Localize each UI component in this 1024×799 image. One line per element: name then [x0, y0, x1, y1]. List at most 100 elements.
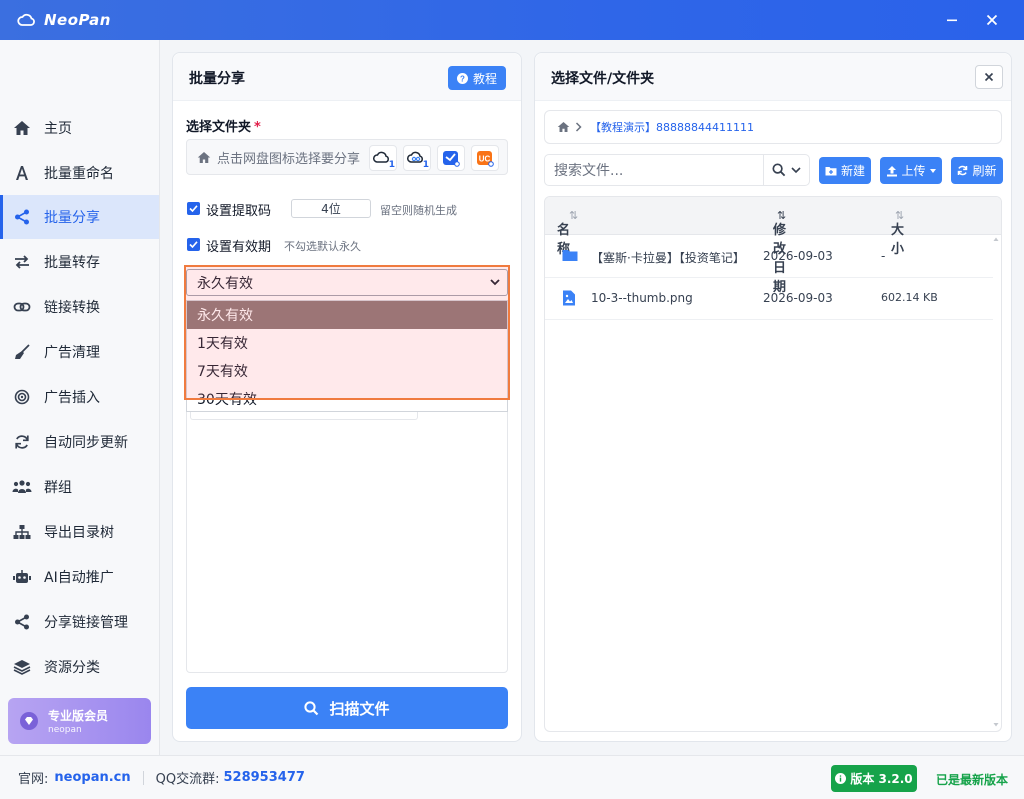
code-hint: 留空则随机生成: [380, 204, 457, 217]
expiry-option[interactable]: 1天有效: [187, 329, 507, 357]
scan-label: 扫描文件: [329, 699, 390, 718]
chevron-down-icon: [790, 164, 802, 176]
sidebar-item-label: 自动同步更新: [44, 435, 128, 451]
vip-subtitle: neopan: [48, 725, 82, 735]
sidebar-item-batch-share[interactable]: 批量分享: [0, 195, 159, 239]
version-badge[interactable]: 版本 3.2.0: [831, 765, 917, 792]
qq-label: QQ交流群:: [155, 772, 220, 787]
close-window-button[interactable]: [980, 8, 1004, 32]
new-folder-button[interactable]: 新建: [819, 157, 871, 184]
batch-share-panel: 批量分享 ? 教程 选择文件夹 * 点击网盘图标选择要分享 1 1 UC 设置提取…: [172, 52, 522, 742]
file-table: 名称 ⇅ 修改日期 ⇅ 大小 ⇅ 【塞斯·卡拉曼】【投资笔记】 2026-09-03 …: [544, 196, 1002, 732]
sidebar-item-label: 批量转存: [44, 255, 100, 271]
sidebar-item-export-tree[interactable]: 导出目录树: [0, 510, 159, 554]
aliyun-cloud-button[interactable]: 1: [403, 145, 431, 171]
new-label: 新建: [840, 164, 865, 178]
breadcrumb-folder[interactable]: 【教程演示】88888844411111: [590, 119, 754, 135]
app-name: NeoPan: [44, 11, 111, 29]
table-scrollbar[interactable]: [993, 237, 999, 727]
search-button[interactable]: [763, 155, 809, 185]
expiry-selected-value: 永久有效: [197, 275, 253, 292]
close-icon: [984, 72, 994, 82]
chevron-right-icon: [575, 122, 582, 132]
close-panel-button[interactable]: [975, 65, 1003, 89]
extraction-code-input[interactable]: 4位: [291, 199, 371, 218]
upload-icon: [886, 165, 898, 177]
sidebar-item-home[interactable]: 主页: [0, 106, 159, 150]
column-size-header[interactable]: 大小 ⇅: [891, 208, 904, 257]
tianyi-cloud-button[interactable]: [437, 145, 465, 171]
cloud-badge: 1: [388, 160, 395, 170]
refresh-button[interactable]: 刷新: [951, 157, 1003, 184]
baidu-cloud-button[interactable]: 1: [369, 145, 397, 171]
vip-title: 专业版会员: [48, 709, 109, 723]
share-result-textarea[interactable]: [186, 400, 508, 673]
file-date: 2026-09-03: [763, 291, 833, 305]
code-checkbox[interactable]: [187, 202, 200, 215]
expiry-option[interactable]: 30天有效: [187, 385, 507, 413]
image-file-icon: [562, 290, 578, 306]
home-icon: [12, 118, 32, 138]
upload-button[interactable]: 上传: [880, 157, 942, 184]
sidebar-item-label: 分享链接管理: [44, 615, 128, 631]
expiry-hint: 不勾选默认永久: [284, 240, 361, 253]
file-size: -: [881, 249, 886, 263]
users-icon: [12, 477, 32, 497]
expiry-checkbox-label: 设置有效期: [206, 240, 272, 255]
sidebar-item-label: 批量分享: [44, 210, 100, 226]
uc-app-icon: UC: [475, 149, 495, 167]
sidebar-item-label: 广告清理: [44, 345, 100, 361]
column-date-header[interactable]: 修改日期 ⇅: [773, 208, 786, 295]
home-icon[interactable]: [557, 121, 570, 133]
sidebar-item-ad-clean[interactable]: 广告清理: [0, 330, 159, 374]
uc-cloud-button[interactable]: UC: [471, 145, 499, 171]
status-bar: 官网: neopan.cn QQ交流群: 528953477 版本 3.2.0 …: [0, 755, 1024, 799]
expiry-option[interactable]: 7天有效: [187, 357, 507, 385]
file-search-input[interactable]: 搜索文件...: [544, 154, 810, 186]
sidebar-item-auto-sync[interactable]: 自动同步更新: [0, 420, 159, 464]
code-checkbox-label: 设置提取码: [206, 204, 272, 219]
layers-icon: [12, 657, 32, 677]
svg-text:UC: UC: [479, 155, 491, 164]
sidebar-item-label: AI自动推广: [44, 570, 114, 586]
minimize-button[interactable]: [940, 8, 964, 32]
sidebar-item-groups[interactable]: 群组: [0, 465, 159, 509]
table-row[interactable]: 10-3--thumb.png 2026-09-03 602.14 KB: [545, 278, 993, 320]
sidebar-item-link-convert[interactable]: 链接转换: [0, 285, 159, 329]
panel-header: 批量分享 ? 教程: [173, 53, 521, 101]
question-circle-icon: ?: [456, 72, 468, 84]
scan-files-button[interactable]: 扫描文件: [186, 687, 508, 729]
vip-card[interactable]: 专业版会员 neopan: [8, 698, 151, 744]
sidebar-item-label: 广告插入: [44, 390, 100, 406]
column-name-header[interactable]: 名称 ⇅: [557, 208, 578, 257]
sidebar-item-batch-transfer[interactable]: 批量转存: [0, 240, 159, 284]
sidebar-item-ad-insert[interactable]: 广告插入: [0, 375, 159, 419]
sidebar: 主页 批量重命名 批量分享 批量转存 链接转换 广告清理 广告插入 自动同步更新…: [0, 40, 160, 755]
link-icon: [12, 297, 32, 317]
sidebar-item-share-link-manage[interactable]: 分享链接管理: [0, 600, 159, 644]
qq-group-value[interactable]: 528953477: [224, 770, 305, 785]
font-icon: [12, 163, 32, 183]
refresh-icon: [957, 165, 968, 176]
table-header: 名称 ⇅ 修改日期 ⇅ 大小 ⇅: [545, 197, 1001, 295]
site-label: 官网:: [18, 772, 49, 787]
site-link[interactable]: neopan.cn: [54, 770, 130, 785]
search-icon: [771, 163, 786, 177]
upload-label: 上传: [901, 164, 926, 178]
sidebar-item-batch-rename[interactable]: 批量重命名: [0, 151, 159, 195]
sidebar-item-label: 资源分类: [44, 660, 100, 676]
expiry-option[interactable]: 永久有效: [187, 301, 507, 329]
sidebar-item-resource-category[interactable]: 资源分类: [0, 645, 159, 689]
expiry-select[interactable]: 永久有效: [186, 269, 508, 296]
chevron-down-icon: [489, 276, 501, 292]
title-bar: NeoPan: [0, 0, 1024, 40]
file-browser-panel: 选择文件/文件夹 【教程演示】88888844411111 搜索文件... 新建…: [534, 52, 1012, 742]
broom-icon: [12, 342, 32, 362]
sidebar-item-ai-promote[interactable]: AI自动推广: [0, 555, 159, 599]
refresh-label: 刷新: [972, 164, 997, 178]
folder-label: 选择文件夹 *: [186, 120, 261, 135]
file-date: 2026-09-03: [763, 249, 833, 263]
expiry-checkbox[interactable]: [187, 238, 200, 251]
tutorial-button[interactable]: ? 教程: [448, 66, 506, 90]
table-row[interactable]: 【塞斯·卡拉曼】【投资笔记】 2026-09-03 -: [545, 236, 993, 278]
